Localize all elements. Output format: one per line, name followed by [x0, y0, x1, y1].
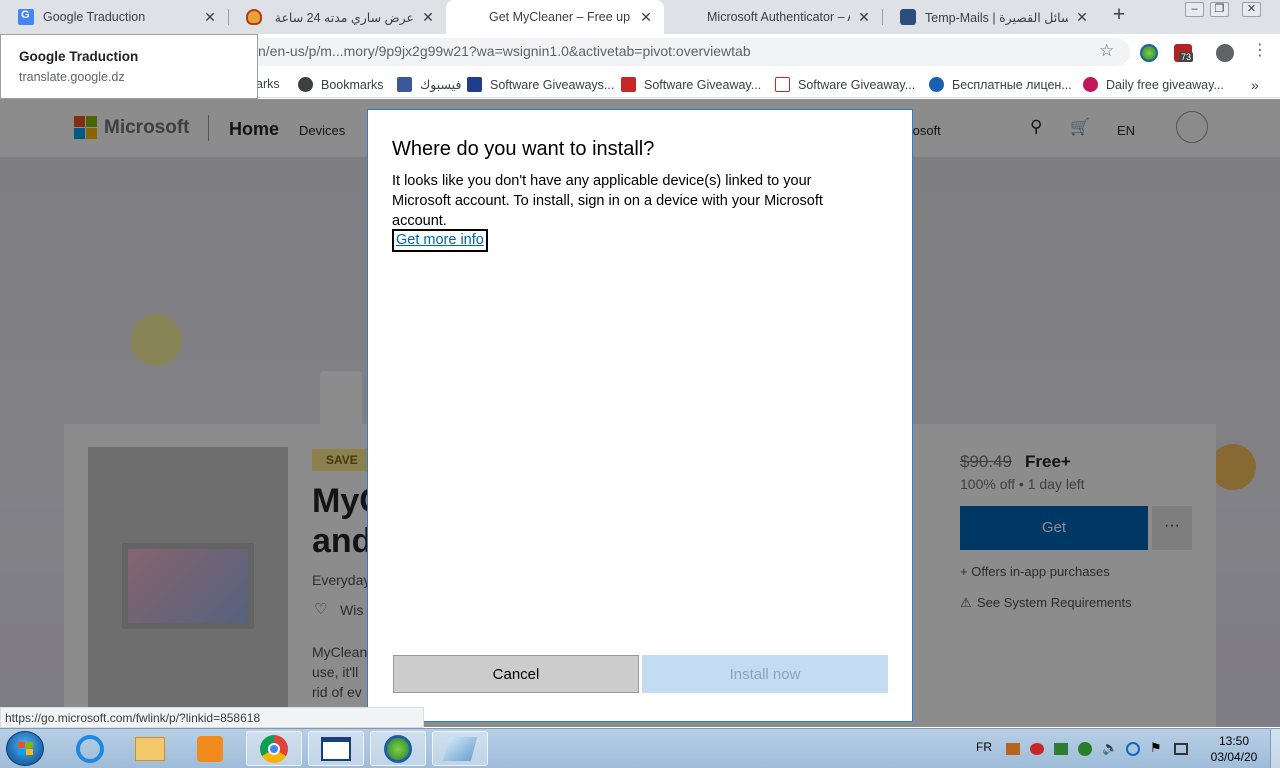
close-tab-icon[interactable]: ✕: [420, 9, 436, 26]
tab-hover-card: Google Traduction translate.google.dz: [0, 34, 258, 99]
idm-extension-icon[interactable]: [1140, 44, 1158, 62]
daily-icon: [1083, 77, 1098, 92]
idm-icon: [384, 734, 412, 763]
get-more-info-link[interactable]: Get more info: [392, 229, 488, 252]
chrome-icon: [260, 734, 288, 763]
tray-e-icon[interactable]: [1126, 742, 1140, 756]
bookmark-item[interactable]: فيسبوك: [397, 77, 461, 92]
taskbar-explorer[interactable]: [122, 731, 178, 766]
taskbar-chrome[interactable]: [246, 731, 302, 766]
status-bubble: https://go.microsoft.com/fwlink/p/?linki…: [0, 707, 424, 728]
shield-favicon: [246, 9, 262, 25]
show-desktop-button[interactable]: [1270, 729, 1280, 768]
tray-app-icon[interactable]: [1030, 743, 1044, 755]
clock-time: 13:50: [1218, 734, 1250, 748]
bookmark-item[interactable]: Software Giveaways...: [467, 77, 614, 92]
tab-title: Microsoft Authenticator – Ac: [707, 10, 850, 24]
tab-google-traduction[interactable]: G Google Traduction ✕: [0, 0, 228, 34]
gift-icon: [621, 77, 636, 92]
tab-title: Google Traduction: [43, 10, 146, 24]
hover-card-domain: translate.google.dz: [19, 70, 125, 84]
taskbar-window[interactable]: [308, 731, 364, 766]
internet-explorer-icon: [76, 734, 104, 763]
microsoft-logo-icon: [464, 9, 480, 25]
tab-title: عرض ساري مدته 24 ساعة - من متجـ: [271, 10, 414, 25]
media-player-icon: [197, 735, 223, 762]
globe-icon: [298, 77, 313, 92]
bookmark-item[interactable]: Бесплатные лицен...: [929, 77, 1072, 92]
mail-favicon: [900, 9, 916, 25]
dialog-title: Where do you want to install?: [392, 138, 655, 160]
extension-badge-icon[interactable]: 73: [1174, 44, 1194, 62]
bookmark-item[interactable]: Daily free giveaway...: [1083, 77, 1224, 92]
profile-icon[interactable]: [1216, 44, 1234, 62]
chrome-menu-icon[interactable]: ⋮: [1252, 41, 1268, 61]
tab-title: Temp-Mails | بال الرسائل القصيرة: [925, 10, 1068, 25]
tab-strip: G Google Traduction ✕ عرض ساري مدته 24 س…: [0, 0, 1280, 34]
start-button[interactable]: [6, 731, 44, 766]
language-indicator[interactable]: FR: [976, 740, 992, 754]
squeegee-icon: [442, 736, 478, 761]
bookmark-star-icon[interactable]: ☆: [1099, 41, 1114, 61]
volume-icon[interactable]: 🔈: [1102, 740, 1118, 756]
tray-app-icon[interactable]: [1006, 743, 1020, 755]
cancel-button[interactable]: Cancel: [393, 655, 639, 693]
tab-temp-mails[interactable]: Temp-Mails | بال الرسائل القصيرة ✕: [882, 0, 1100, 34]
more-bookmarks-button[interactable]: »: [1251, 77, 1259, 93]
sg-icon: [467, 77, 482, 92]
bookmark-item[interactable]: arks: [256, 77, 280, 91]
bookmark-item[interactable]: Software Giveaway...: [775, 77, 915, 92]
new-tab-button[interactable]: +: [1108, 4, 1130, 27]
close-tab-icon[interactable]: ✕: [202, 9, 218, 26]
action-center-flag-icon[interactable]: ⚑: [1150, 740, 1162, 756]
tray-network-icon[interactable]: [1054, 743, 1068, 755]
tab-title: Get MyCleaner – Free up Disk: [489, 10, 632, 24]
close-tab-icon[interactable]: ✕: [1074, 9, 1090, 26]
taskbar-media-player[interactable]: [182, 731, 238, 766]
install-dialog: Where do you want to install? It looks l…: [367, 109, 913, 722]
clock-date: 03/04/20: [1210, 750, 1258, 764]
tab-microsoft-authenticator[interactable]: Microsoft Authenticator – Ac ✕: [664, 0, 882, 34]
tab-offer[interactable]: عرض ساري مدته 24 ساعة - من متجـ ✕: [228, 0, 446, 34]
taskbar-ie[interactable]: [62, 731, 118, 766]
facebook-icon: [397, 77, 412, 92]
taskbar-app[interactable]: [432, 731, 488, 766]
bookmark-item[interactable]: Software Giveaway...: [621, 77, 761, 92]
close-tab-icon[interactable]: ✕: [856, 9, 872, 26]
pc-icon: [775, 77, 790, 92]
folder-icon: [135, 736, 165, 761]
restore-button[interactable]: ❐: [1210, 2, 1229, 17]
minimize-button[interactable]: –: [1185, 2, 1204, 17]
ie-icon: [929, 77, 944, 92]
dialog-message: It looks like you don't have any applica…: [392, 173, 823, 229]
url-text[interactable]: n/en-us/p/m...mory/9p9jx2g99w21?wa=wsign…: [258, 43, 751, 59]
tray-idm-icon[interactable]: [1078, 742, 1092, 756]
system-clock[interactable]: 13:50 03/04/20: [1200, 733, 1268, 765]
hover-card-title: Google Traduction: [19, 49, 139, 64]
microsoft-logo-icon: [682, 9, 698, 25]
close-tab-icon[interactable]: ✕: [638, 9, 654, 26]
windows-logo-icon: [18, 742, 33, 755]
google-translate-icon: G: [18, 9, 34, 25]
window-icon: [321, 736, 351, 761]
tab-get-mycleaner[interactable]: Get MyCleaner – Free up Disk ✕: [446, 0, 664, 34]
bookmark-item[interactable]: Bookmarks: [298, 77, 384, 92]
extension-badge-count: 73: [1179, 52, 1194, 62]
tray-display-icon[interactable]: [1174, 743, 1188, 755]
taskbar-idm[interactable]: [370, 731, 426, 766]
close-window-button[interactable]: ✕: [1242, 2, 1261, 17]
install-now-button[interactable]: Install now: [642, 655, 888, 693]
